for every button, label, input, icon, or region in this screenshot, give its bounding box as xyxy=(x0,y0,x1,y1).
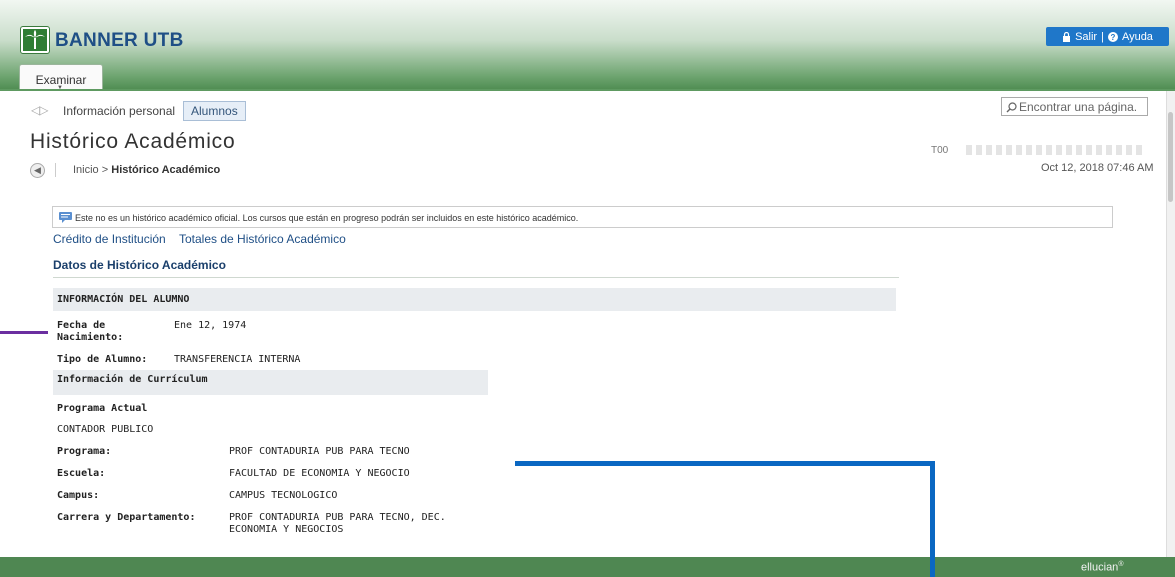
salir-link[interactable]: Salir xyxy=(1075,31,1097,43)
lock-icon xyxy=(1063,31,1071,42)
nav-item-alumnos[interactable]: Alumnos xyxy=(183,101,246,121)
footer-brand-text: ellucian xyxy=(1081,561,1119,574)
student-info-header-label: INFORMACIÓN DEL ALUMNO xyxy=(57,294,190,305)
nav-back-forward-icon[interactable]: ◁▷ xyxy=(31,103,48,117)
student-info-header: INFORMACIÓN DEL ALUMNO xyxy=(53,288,896,311)
credito-institucion-link[interactable]: Crédito de Institución xyxy=(53,232,166,246)
birthdate-label-line2: Nacimiento: xyxy=(57,332,124,343)
ayuda-link[interactable]: Ayuda xyxy=(1122,31,1153,43)
footer-brand: ellucian® xyxy=(1081,561,1123,574)
back-arrow-icon[interactable]: ◀ xyxy=(30,163,45,178)
totales-historico-link[interactable]: Totales de Histórico Académico xyxy=(179,232,346,246)
annotation-line-blue-horizontal xyxy=(515,461,934,466)
search-icon xyxy=(1006,102,1017,113)
curriculum-header: Información de Currículum xyxy=(53,370,488,395)
breadcrumb-current: Histórico Académico xyxy=(111,164,221,176)
annotation-line-blue-vertical xyxy=(930,461,935,577)
program-label: Programa: xyxy=(57,446,112,457)
footer-brand-mark: ® xyxy=(1118,561,1124,568)
redacted-user-name xyxy=(966,145,1146,155)
career-department-value: PROF CONTADURIA PUB PARA TECNO, DEC. ECO… xyxy=(229,512,446,536)
link-separator: | xyxy=(1101,30,1104,43)
scrollbar-thumb[interactable] xyxy=(1168,112,1173,202)
birthdate-value: Ene 12, 1974 xyxy=(174,320,247,331)
examinar-menu-button[interactable]: Examinar ▼ xyxy=(19,64,103,91)
app-brand: BANNER UTB xyxy=(55,30,184,51)
current-program-value: CONTADOR PUBLICO xyxy=(57,424,154,435)
nav-item-informacion-personal[interactable]: Información personal xyxy=(63,104,175,118)
career-department-value-line2: ECONOMIA Y NEGOCIOS xyxy=(229,524,344,535)
birthdate-label: Fecha de Nacimiento: xyxy=(57,320,123,344)
program-value: PROF CONTADURIA PUB PARA TECNO xyxy=(229,446,410,457)
header-divider xyxy=(0,89,1175,91)
student-type-value: TRANSFERENCIA INTERNA xyxy=(174,354,301,365)
campus-value: CAMPUS TECNOLOGICO xyxy=(229,490,338,501)
breadcrumb-home-link[interactable]: Inicio xyxy=(73,164,99,176)
curriculum-header-label: Información de Currículum xyxy=(57,374,208,385)
page-search-input[interactable]: Encontrar una página. xyxy=(1001,97,1148,116)
student-type-label: Tipo de Alumno: xyxy=(57,354,148,365)
top-links: Salir | ? Ayuda xyxy=(1046,27,1169,46)
campus-label: Campus: xyxy=(57,490,100,501)
school-label: Escuela: xyxy=(57,468,106,479)
notice-banner: Este no es un histórico académico oficia… xyxy=(52,206,1113,228)
section-divider xyxy=(53,277,899,278)
current-program-label: Programa Actual xyxy=(57,403,148,414)
school-value: FACULTAD DE ECONOMIA Y NEGOCIO xyxy=(229,468,410,479)
breadcrumb: Inicio > Histórico Académico xyxy=(73,164,220,176)
comment-icon xyxy=(59,212,72,223)
svg-text:?: ? xyxy=(1110,33,1115,42)
breadcrumb-separator: > xyxy=(101,164,109,176)
career-department-label: Carrera y Departamento: xyxy=(57,512,196,523)
birthdate-label-line1: Fecha de xyxy=(57,320,106,331)
palm-logo-icon[interactable] xyxy=(20,26,50,54)
career-department-value-line1: PROF CONTADURIA PUB PARA TECNO, DEC. xyxy=(229,512,446,523)
annotation-line-purple xyxy=(0,331,48,334)
breadcrumb-divider xyxy=(55,163,56,177)
section-title: Datos de Histórico Académico xyxy=(53,258,226,272)
search-placeholder: Encontrar una página. xyxy=(1019,100,1138,114)
notice-text: Este no es un histórico académico oficia… xyxy=(75,213,579,223)
footer-bar xyxy=(0,557,1175,577)
timestamp: Oct 12, 2018 07:46 AM xyxy=(1041,162,1154,174)
page-title: Histórico Académico xyxy=(30,130,236,153)
user-id: T00 xyxy=(931,145,949,156)
help-icon: ? xyxy=(1107,31,1118,42)
